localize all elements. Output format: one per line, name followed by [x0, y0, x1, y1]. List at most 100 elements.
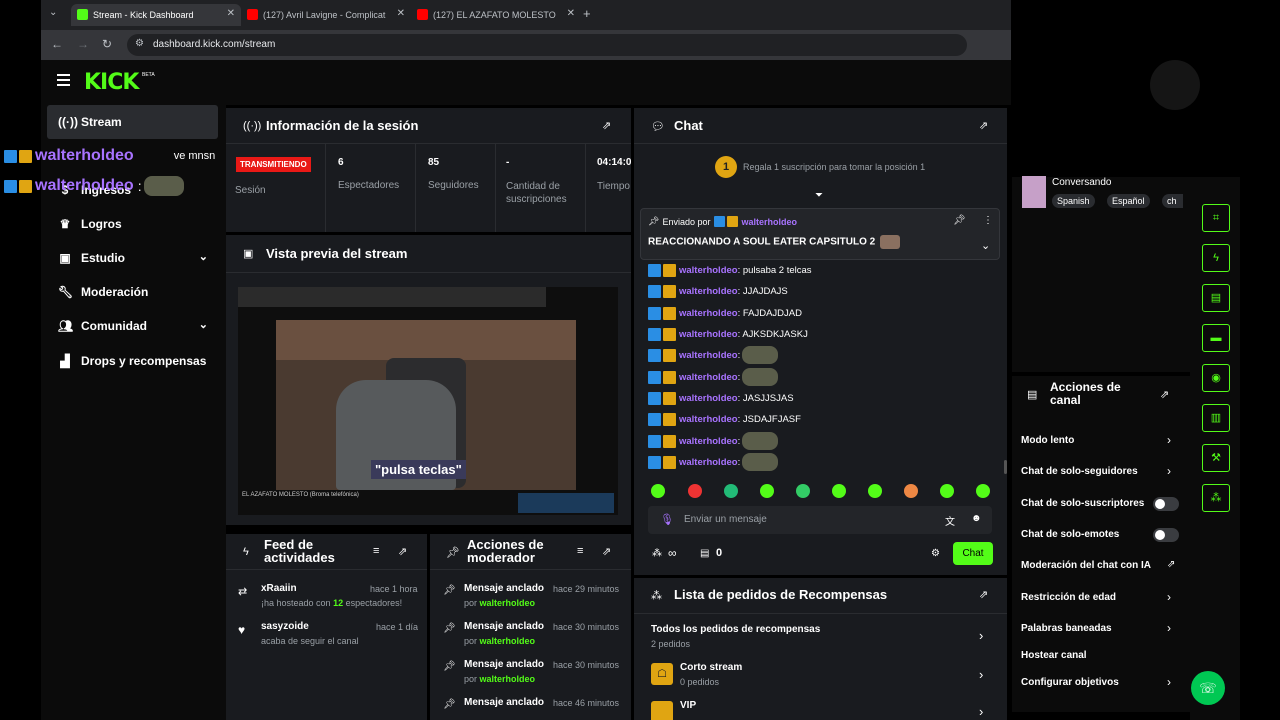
- chat-message[interactable]: walterholdeo:: [648, 346, 779, 364]
- chevron-right-icon[interactable]: ›: [1167, 621, 1171, 635]
- reward-label[interactable]: Corto stream: [680, 662, 742, 673]
- chevron-right-icon[interactable]: ›: [979, 704, 983, 719]
- chat-username[interactable]: walterholdeo: [679, 350, 738, 361]
- site-info-icon[interactable]: ⚙: [135, 38, 144, 49]
- chevron-right-icon[interactable]: ›: [979, 628, 983, 643]
- chat-username[interactable]: walterholdeo: [679, 308, 738, 319]
- channel-action-item[interactable]: Modo lento: [1021, 435, 1074, 446]
- mod-action-user[interactable]: walterholdeo: [480, 674, 536, 684]
- sidebar-item-logros[interactable]: ♛ Logros: [47, 207, 218, 241]
- kick-logo[interactable]: KICK: [84, 70, 139, 95]
- reward-label[interactable]: VIP: [680, 700, 696, 711]
- emote-icon[interactable]: [904, 484, 918, 498]
- tab-avril-lavigne[interactable]: (127) Avril Lavigne - Complicat ✕: [241, 4, 411, 26]
- chevron-down-icon[interactable]: ⌄: [981, 239, 990, 252]
- rail-button[interactable]: ⁂: [1202, 484, 1230, 512]
- chat-message[interactable]: walterholdeo: JSDAJFJASF: [648, 410, 801, 428]
- chat-message[interactable]: walterholdeo:: [648, 368, 779, 386]
- gift-leaderboard-text[interactable]: Regala 1 suscripción para tomar la posic…: [743, 162, 925, 172]
- feed-username[interactable]: sasyzoide: [261, 621, 309, 632]
- popout-icon[interactable]: ⇗: [979, 588, 988, 601]
- category-thumbnail[interactable]: [1022, 176, 1046, 208]
- chat-username[interactable]: walterholdeo: [679, 329, 738, 340]
- toggle-switch[interactable]: [1153, 528, 1179, 542]
- external-link-icon[interactable]: ⇗: [1167, 559, 1175, 570]
- chat-input[interactable]: 🎙︎ Enviar un mensaje 文 ☻: [648, 506, 992, 534]
- filter-icon[interactable]: ≡: [373, 545, 379, 557]
- url-input[interactable]: ⚙ dashboard.kick.com/stream: [127, 34, 967, 56]
- send-chat-button[interactable]: Chat: [953, 542, 993, 565]
- stream-tag[interactable]: ch: [1162, 194, 1183, 208]
- chat-username[interactable]: walterholdeo: [679, 457, 738, 468]
- emote-icon[interactable]: [796, 484, 810, 498]
- chat-username[interactable]: walterholdeo: [679, 436, 738, 447]
- popout-icon[interactable]: ⇗: [979, 119, 988, 132]
- close-tab-icon[interactable]: ✕: [227, 8, 235, 19]
- filter-icon[interactable]: ≡: [577, 545, 583, 557]
- rail-button[interactable]: ⚒: [1202, 444, 1230, 472]
- channel-action-item[interactable]: Palabras baneadas: [1021, 623, 1112, 634]
- close-tab-icon[interactable]: ✕: [397, 8, 405, 19]
- gear-icon[interactable]: ⚙: [931, 548, 940, 559]
- chat-username[interactable]: walterholdeo: [679, 393, 738, 404]
- chevron-right-icon[interactable]: ›: [1167, 590, 1171, 604]
- emoji-icon[interactable]: ☻: [971, 513, 982, 524]
- tab-kick-dashboard[interactable]: Stream - Kick Dashboard ✕: [71, 4, 241, 26]
- rail-button[interactable]: ⌗: [1202, 204, 1230, 232]
- chevron-right-icon[interactable]: ›: [1167, 433, 1171, 447]
- rail-button[interactable]: ◉: [1202, 364, 1230, 392]
- chat-username[interactable]: walterholdeo: [679, 265, 738, 276]
- channel-action-item[interactable]: Chat de solo-suscriptores: [1021, 498, 1144, 509]
- reload-icon[interactable]: ↻: [102, 37, 112, 51]
- chat-username[interactable]: walterholdeo: [679, 372, 738, 383]
- chat-message[interactable]: walterholdeo: pulsaba 2 telcas: [648, 261, 812, 279]
- popout-icon[interactable]: ⇗: [602, 119, 611, 132]
- chevron-right-icon[interactable]: ›: [1167, 464, 1171, 478]
- rail-button[interactable]: ▥: [1202, 404, 1230, 432]
- chat-message[interactable]: walterholdeo: JJAJDAJS: [648, 282, 788, 300]
- emote-icon[interactable]: [760, 484, 774, 498]
- unpin-icon[interactable]: 📌︎: [953, 215, 966, 226]
- popout-icon[interactable]: ⇗: [398, 545, 407, 558]
- support-chat-button[interactable]: ☏: [1191, 671, 1225, 705]
- chat-message[interactable]: walterholdeo: AJKSDKJASKJ: [648, 325, 808, 343]
- chat-message[interactable]: walterholdeo: JASJJSJAS: [648, 389, 794, 407]
- sidebar-item-comunidad[interactable]: 👥︎ Comunidad ⌄: [47, 309, 218, 343]
- channel-action-item[interactable]: Hostear canal: [1021, 650, 1087, 661]
- menu-icon[interactable]: [57, 74, 70, 86]
- rail-button[interactable]: ▬: [1202, 324, 1230, 352]
- emote-icon[interactable]: [688, 484, 702, 498]
- sidebar-item-estudio[interactable]: ▣ Estudio ⌄: [47, 241, 218, 275]
- tab-search-icon[interactable]: ⌄: [49, 7, 57, 18]
- channel-action-item[interactable]: Moderación del chat con IA: [1021, 560, 1151, 571]
- channel-action-item[interactable]: Configurar objetivos: [1021, 677, 1119, 688]
- back-icon[interactable]: ←: [51, 37, 63, 51]
- chat-scrollbar[interactable]: [1004, 460, 1007, 474]
- chevron-right-icon[interactable]: ›: [1167, 675, 1171, 689]
- channel-action-item[interactable]: Chat de solo-emotes: [1021, 529, 1119, 540]
- popout-icon[interactable]: ⇗: [1160, 388, 1169, 401]
- stream-tag[interactable]: Español: [1107, 194, 1150, 208]
- stream-preview-video[interactable]: "pulsa teclas" EL AZAFATO MOLESTO (Broma…: [238, 287, 618, 515]
- emote-icon[interactable]: [724, 484, 738, 498]
- translate-icon[interactable]: 文: [945, 513, 955, 528]
- channel-action-item[interactable]: Chat de solo-seguidores: [1021, 466, 1138, 477]
- forward-icon[interactable]: →: [77, 37, 89, 51]
- rail-button[interactable]: ▤: [1202, 284, 1230, 312]
- emote-icon[interactable]: [651, 484, 665, 498]
- pinned-username[interactable]: walterholdeo: [741, 217, 797, 227]
- chat-message[interactable]: walterholdeo: FAJDAJDJAD: [648, 304, 802, 322]
- new-tab-button[interactable]: +: [583, 6, 591, 21]
- more-options-icon[interactable]: ⋮: [983, 215, 993, 226]
- microphone-icon[interactable]: 🎙︎: [660, 513, 674, 526]
- chat-username[interactable]: walterholdeo: [679, 414, 738, 425]
- popout-icon[interactable]: ⇗: [602, 545, 611, 558]
- store-icon[interactable]: ▤: [700, 548, 709, 559]
- close-tab-icon[interactable]: ✕: [567, 8, 575, 19]
- tab-el-azafato[interactable]: (127) EL AZAFATO MOLESTO ✕: [411, 4, 581, 26]
- mod-action-user[interactable]: walterholdeo: [480, 636, 536, 646]
- feed-username[interactable]: xRaaiin: [261, 583, 297, 594]
- sidebar-item-stream[interactable]: ((·)) Stream: [47, 105, 218, 139]
- chat-message[interactable]: walterholdeo:: [648, 432, 779, 450]
- all-rewards-link[interactable]: Todos los pedidos de recompensas: [651, 624, 820, 635]
